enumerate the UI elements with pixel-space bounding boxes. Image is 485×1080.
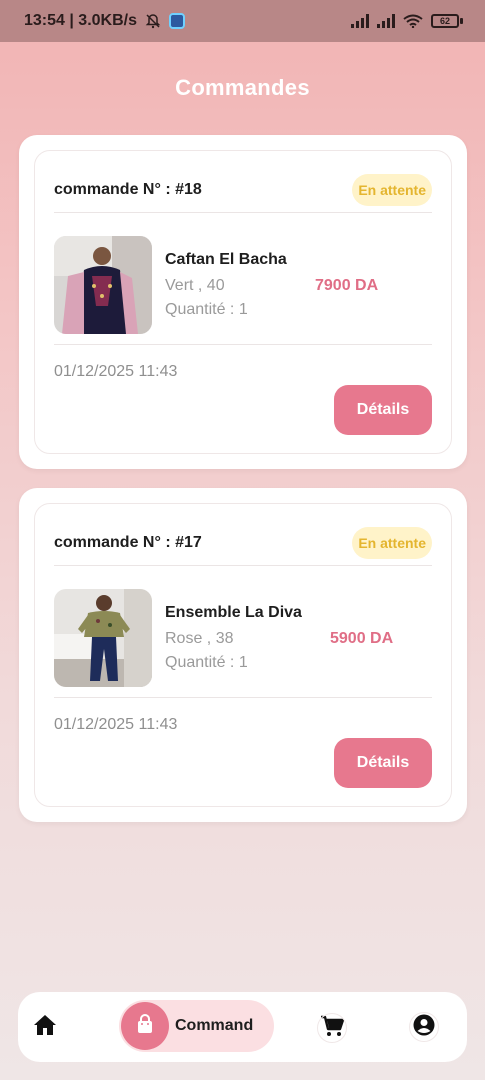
- page-title: Commandes: [175, 75, 310, 100]
- order-card: commande N° : #17 En attente Ensemble La…: [19, 488, 467, 822]
- order-date: 01/12/2025 11:43: [54, 363, 178, 380]
- shopping-bag-icon: [135, 1013, 155, 1039]
- order-inner: commande N° : #17 En attente Ensemble La…: [34, 503, 452, 807]
- battery-level: 62: [431, 14, 459, 28]
- nav-command-circle: [121, 1002, 169, 1050]
- app-notification-icon: [168, 13, 185, 29]
- signal-icon-2: [377, 14, 395, 28]
- signal-icon: [351, 14, 369, 28]
- divider: [54, 344, 432, 345]
- order-header: commande N° : #17 En attente: [54, 522, 432, 564]
- details-button[interactable]: Détails: [334, 385, 432, 435]
- nav-home[interactable]: [30, 1014, 60, 1040]
- order-date: 01/12/2025 11:43: [54, 716, 178, 733]
- divider: [54, 565, 432, 566]
- nav-cart[interactable]: [316, 1013, 348, 1043]
- order-inner: commande N° : #18 En attente Caftan El B…: [34, 150, 452, 454]
- battery-icon: 62: [431, 14, 463, 28]
- status-left: 13:54 | 3.0KB/s: [24, 12, 185, 30]
- order-number: commande N° : #17: [54, 534, 202, 551]
- product-image[interactable]: [54, 589, 152, 687]
- order-card: commande N° : #18 En attente Caftan El B…: [19, 135, 467, 469]
- details-button[interactable]: Détails: [334, 738, 432, 788]
- bottom-nav: Command: [18, 992, 467, 1062]
- product-name: Ensemble La Diva: [165, 604, 302, 621]
- product-quantity: Quantité : 1: [165, 654, 248, 671]
- wifi-icon: [403, 14, 423, 29]
- product-price: 7900 DA: [315, 277, 379, 294]
- status-bar: 13:54 | 3.0KB/s 62: [0, 0, 485, 42]
- product-price: 5900 DA: [330, 630, 394, 647]
- divider: [54, 212, 432, 213]
- nav-profile[interactable]: [409, 1012, 439, 1042]
- order-header: commande N° : #18 En attente: [54, 169, 432, 211]
- product-quantity: Quantité : 1: [165, 301, 248, 318]
- status-time-speed: 13:54 | 3.0KB/s: [24, 12, 137, 29]
- product-variant: Rose , 38: [165, 630, 234, 647]
- status-badge: En attente: [352, 174, 432, 206]
- status-badge: En attente: [352, 527, 432, 559]
- bell-off-icon: [145, 13, 161, 29]
- divider: [54, 697, 432, 698]
- product-image[interactable]: [54, 236, 152, 334]
- nav-command-label: Command: [175, 1017, 254, 1034]
- product-name: Caftan El Bacha: [165, 251, 287, 268]
- nav-command[interactable]: Command: [119, 1000, 274, 1052]
- product-variant: Vert , 40: [165, 277, 225, 294]
- status-right: 62: [351, 14, 463, 29]
- order-number: commande N° : #18: [54, 181, 202, 198]
- home-icon: [33, 1014, 57, 1041]
- header: Commandes: [0, 42, 485, 134]
